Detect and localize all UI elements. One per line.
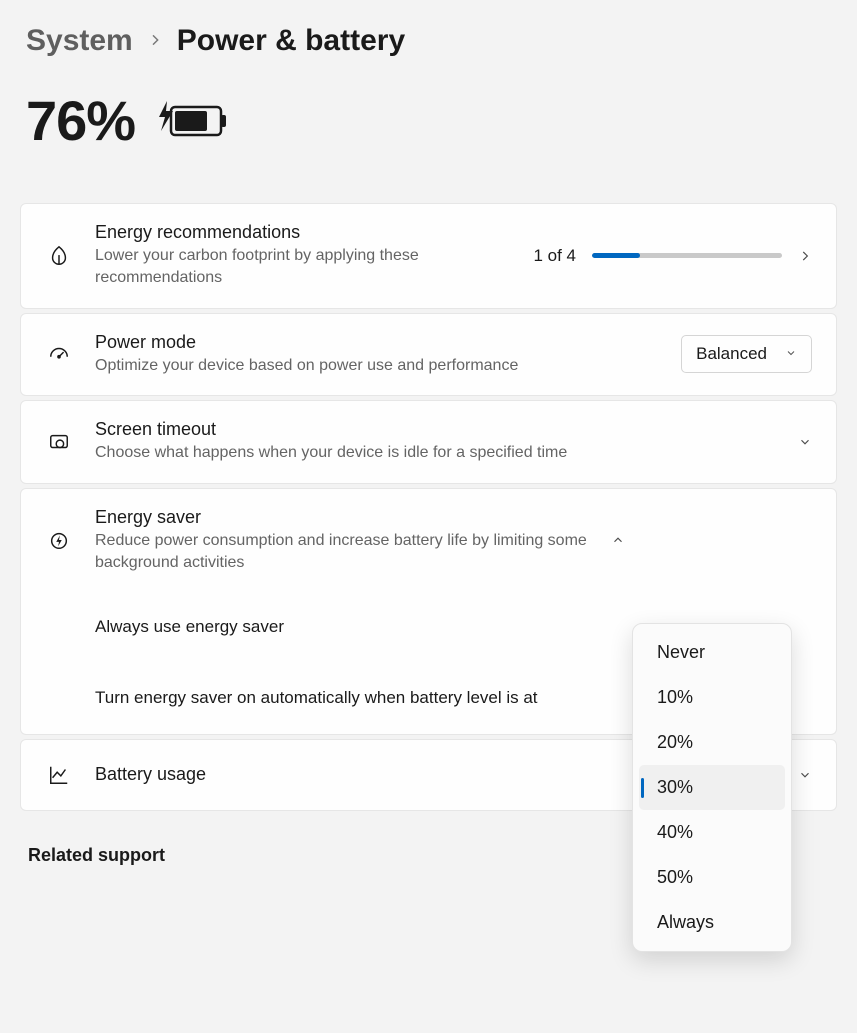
chevron-down-icon	[785, 344, 797, 364]
energy-recommendations-progress-label: 1 of 4	[533, 246, 576, 266]
energy-saver-expander[interactable]: Energy saver Reduce power consumption an…	[20, 488, 837, 594]
gauge-icon	[45, 343, 73, 365]
auto-energy-saver-threshold-flyout[interactable]: Never10%20%30%40%50%Always	[632, 623, 792, 952]
power-mode-selected-label: Balanced	[696, 344, 767, 364]
power-mode-select[interactable]: Balanced	[681, 335, 812, 373]
flyout-option-30[interactable]: 30%	[639, 765, 785, 810]
chevron-right-icon	[147, 28, 163, 54]
flyout-option-never[interactable]: Never	[639, 630, 785, 675]
flyout-option-always[interactable]: Always	[639, 900, 785, 945]
chevron-down-icon	[798, 435, 812, 449]
battery-percent-label: 76%	[26, 88, 135, 153]
page-title: Power & battery	[177, 24, 405, 58]
power-mode-title: Power mode	[95, 332, 665, 353]
flyout-option-20[interactable]: 20%	[639, 720, 785, 765]
energy-saver-subtitle: Reduce power consumption and increase ba…	[95, 530, 595, 575]
chevron-up-icon	[611, 533, 625, 547]
energy-recommendations-subtitle: Lower your carbon footprint by applying …	[95, 245, 517, 290]
battery-charging-icon	[157, 99, 229, 143]
energy-saver-icon	[45, 529, 73, 551]
flyout-option-50[interactable]: 50%	[639, 855, 785, 900]
screen-timeout-subtitle: Choose what happens when your device is …	[95, 442, 782, 464]
battery-status-hero: 76%	[26, 88, 837, 153]
auto-energy-saver-title: Turn energy saver on automatically when …	[95, 688, 555, 708]
screen-timeout-icon	[45, 431, 73, 453]
energy-recommendations-progress	[592, 253, 782, 258]
power-mode-card: Power mode Optimize your device based on…	[20, 313, 837, 396]
flyout-option-40[interactable]: 40%	[639, 810, 785, 855]
screen-timeout-expander[interactable]: Screen timeout Choose what happens when …	[20, 400, 837, 483]
chart-icon	[45, 764, 73, 786]
power-mode-subtitle: Optimize your device based on power use …	[95, 355, 665, 377]
breadcrumb-root-system[interactable]: System	[26, 24, 133, 58]
energy-recommendations-title: Energy recommendations	[95, 222, 517, 243]
breadcrumb: System Power & battery	[20, 24, 837, 58]
energy-recommendations-card[interactable]: Energy recommendations Lower your carbon…	[20, 203, 837, 309]
energy-saver-title: Energy saver	[95, 507, 595, 528]
settings-cards: Energy recommendations Lower your carbon…	[20, 203, 837, 811]
leaf-icon	[45, 245, 73, 267]
screen-timeout-title: Screen timeout	[95, 419, 782, 440]
flyout-option-10[interactable]: 10%	[639, 675, 785, 720]
chevron-right-icon	[798, 249, 812, 263]
chevron-down-icon	[798, 768, 812, 782]
